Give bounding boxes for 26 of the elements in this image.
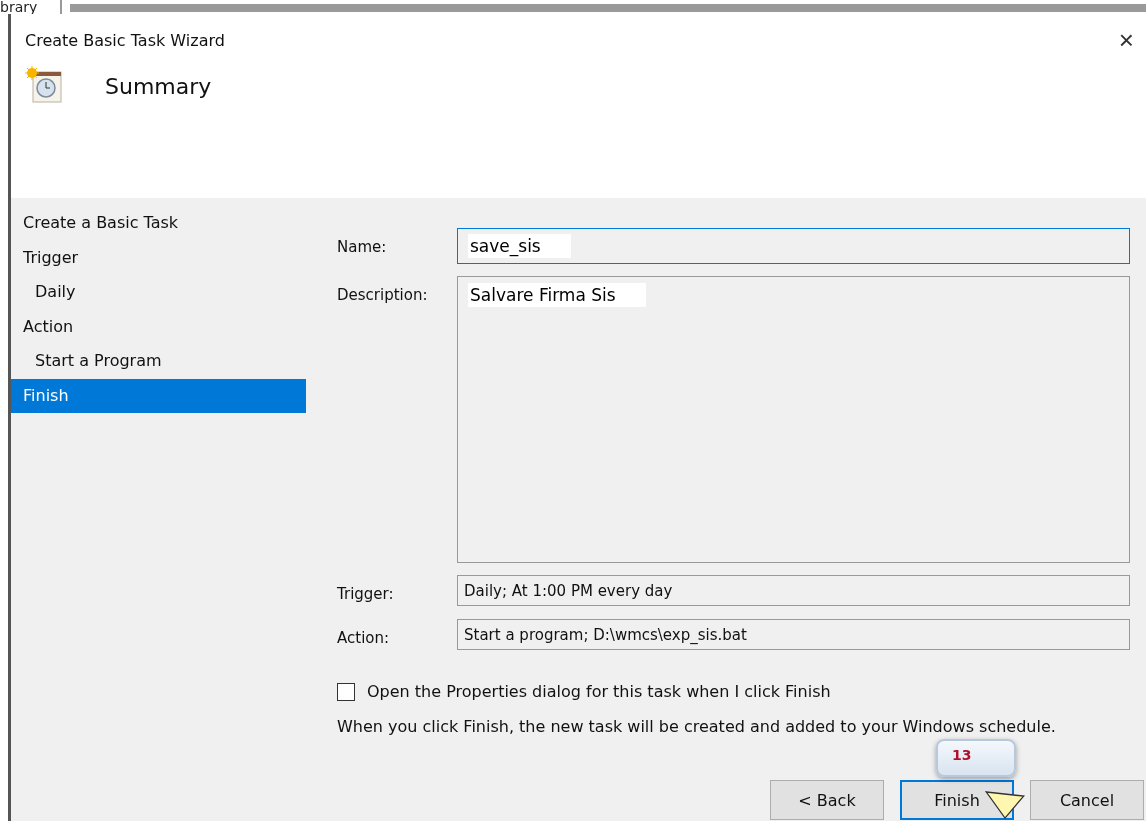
field-label: Name: (337, 237, 388, 256)
close-button[interactable]: × (1114, 24, 1138, 56)
field-label: Action: (337, 628, 391, 647)
wizard-step[interactable]: Trigger (11, 240, 306, 275)
dialog-button[interactable]: Finish (900, 780, 1014, 820)
wizard-step[interactable]: Create a Basic Task (11, 206, 306, 241)
description-field[interactable]: Salvare Firma Sis (457, 276, 1130, 563)
info-text: When you click Finish, the new task will be created and added to your Windows schedule. (337, 717, 1057, 736)
window-title: Create Basic Task Wizard (25, 30, 225, 50)
page-title: Summary (105, 73, 212, 99)
wizard-step[interactable]: Action (11, 309, 306, 344)
field-label: Description: (337, 285, 429, 304)
checkbox[interactable] (337, 682, 355, 701)
name-field[interactable]: save_sis (457, 228, 1130, 264)
checkbox-label[interactable]: Open the Properties dialog for this task when I click Finish (367, 682, 831, 701)
pointer-icon (985, 790, 1025, 820)
action-field: Start a program; D:\wmcs\exp_sis.bat (457, 619, 1130, 650)
trigger-field: Daily; At 1:00 PM every day (457, 575, 1130, 606)
dialog-button[interactable]: < Back (770, 780, 884, 820)
wizard-step[interactable]: Start a Program (11, 344, 306, 379)
dialog-button[interactable]: Cancel (1030, 780, 1144, 820)
field-label: Trigger: (337, 584, 395, 603)
wizard-step[interactable]: Finish (11, 378, 306, 413)
wizard-step[interactable]: Daily (11, 275, 306, 310)
calendar-clock-icon (25, 66, 65, 106)
step-callout: 13 (936, 739, 1016, 777)
